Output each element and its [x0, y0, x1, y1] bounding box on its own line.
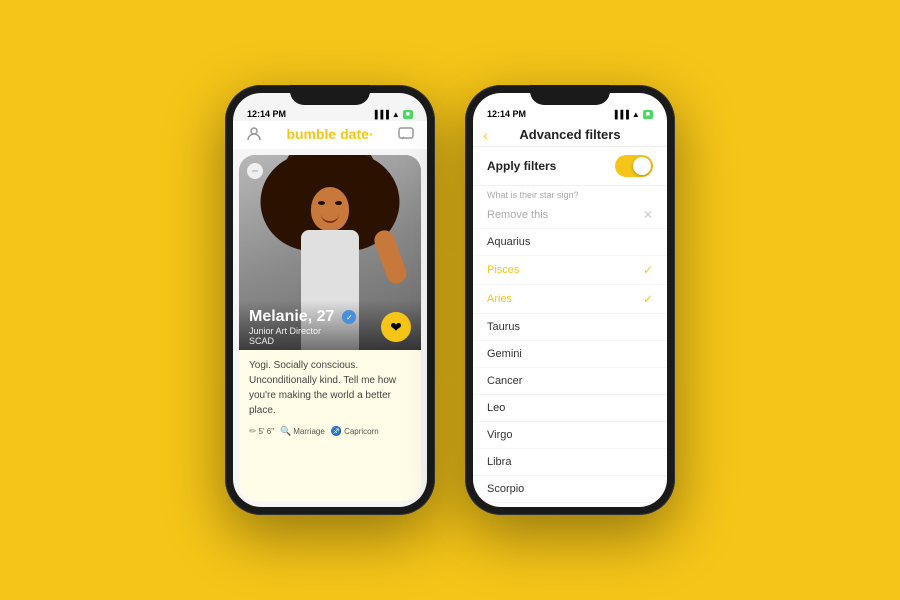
profile-name-overlay: Melanie, 27 ✓ Junior Art Director SCAD ❤: [239, 300, 421, 350]
sign-item[interactable]: Libra: [473, 449, 667, 476]
phones-container: 12:14 PM ▐▐▐ ▲ ■ bumble date·: [225, 85, 675, 515]
sign-item[interactable]: Pisces ✓: [473, 256, 667, 285]
profile-school: SCAD: [249, 336, 356, 346]
sign-icon: ♐: [331, 426, 342, 437]
dot-1: ⋯: [247, 163, 263, 179]
bumble-logo: bumble date·: [286, 126, 373, 142]
sign-name: Pisces: [487, 264, 519, 276]
profile-name: Melanie, 27: [249, 308, 334, 326]
apply-filters-toggle[interactable]: [615, 155, 653, 177]
sign-item[interactable]: Scorpio: [473, 476, 667, 503]
profile-bio: Yogi. Socially conscious. Unconditionall…: [249, 358, 411, 418]
tag-height: ✏ 5' 6": [249, 426, 274, 437]
remove-label: Remove this: [487, 209, 548, 221]
sign-name: Aquarius: [487, 236, 530, 248]
image-dots: ⋯: [247, 163, 263, 179]
profile-job-title: Junior Art Director: [249, 326, 356, 336]
signal-icon-2: ▐▐▐: [612, 110, 629, 119]
wifi-icon-2: ▲: [632, 110, 640, 119]
profile-tags: ✏ 5' 6" 🔍 Marriage ♐ Capricorn: [249, 426, 411, 437]
sign-name: Libra: [487, 456, 511, 468]
status-time-2: 12:14 PM: [487, 109, 526, 119]
tag-relationship: 🔍 Marriage: [280, 426, 325, 437]
tag-sign-value: Capricorn: [344, 427, 379, 436]
phone-profile: 12:14 PM ▐▐▐ ▲ ■ bumble date·: [225, 85, 435, 515]
sign-name: Leo: [487, 402, 505, 414]
verified-badge: ✓: [342, 310, 356, 324]
apply-filters-row: Apply filters: [473, 147, 667, 186]
toggle-thumb: [633, 157, 651, 175]
sign-item[interactable]: Taurus: [473, 314, 667, 341]
signs-list: Aquarius Pisces ✓ Aries ✓ Taurus Gemini Cancer L…: [473, 229, 667, 507]
sign-name: Taurus: [487, 321, 520, 333]
remove-x-icon[interactable]: ✕: [643, 208, 653, 222]
status-time-1: 12:14 PM: [247, 109, 286, 119]
sign-item[interactable]: Aries ✓: [473, 285, 667, 314]
relationship-icon: 🔍: [280, 426, 291, 437]
remove-row: Remove this ✕: [473, 202, 667, 229]
signal-icon: ▐▐▐: [372, 110, 389, 119]
sign-item[interactable]: Leo: [473, 395, 667, 422]
sign-name: Gemini: [487, 348, 522, 360]
wifi-icon: ▲: [392, 110, 400, 119]
sign-name: Virgo: [487, 429, 512, 441]
check-icon: ✓: [643, 263, 653, 277]
phone2-screen: 12:14 PM ▐▐▐ ▲ ■ ‹ Advanced filters Appl…: [473, 93, 667, 507]
tag-sign: ♐ Capricorn: [331, 426, 379, 437]
phone-filters: 12:14 PM ▐▐▐ ▲ ■ ‹ Advanced filters Appl…: [465, 85, 675, 515]
heart-button[interactable]: ❤: [381, 312, 411, 342]
apply-filters-label: Apply filters: [487, 159, 556, 173]
phone1-screen: 12:14 PM ▐▐▐ ▲ ■ bumble date·: [233, 93, 427, 507]
sign-item[interactable]: Cancer: [473, 368, 667, 395]
sign-name: Cancer: [487, 375, 522, 387]
battery-icon-2: ■: [643, 110, 653, 119]
check-icon: ✓: [643, 292, 653, 306]
message-icon[interactable]: [397, 125, 415, 143]
sign-item[interactable]: Gemini: [473, 341, 667, 368]
status-icons-2: ▐▐▐ ▲ ■: [612, 110, 653, 119]
app-header-1: bumble date·: [233, 121, 427, 149]
profile-image: ⋯ Melanie, 27 ✓ Junior Art Director: [239, 155, 421, 350]
tag-height-value: 5' 6": [259, 427, 275, 436]
notch: [290, 85, 370, 105]
sign-name: Scorpio: [487, 483, 524, 495]
profile-card: ⋯ Melanie, 27 ✓ Junior Art Director: [239, 155, 421, 501]
filters-title: Advanced filters: [519, 127, 620, 142]
profile-icon[interactable]: [245, 125, 263, 143]
status-icons-1: ▐▐▐ ▲ ■: [372, 110, 413, 119]
battery-icon: ■: [403, 110, 413, 119]
sign-item[interactable]: Aquarius: [473, 229, 667, 256]
tag-relationship-value: Marriage: [293, 427, 325, 436]
back-button[interactable]: ‹: [483, 127, 488, 143]
sign-item[interactable]: Virgo: [473, 422, 667, 449]
notch-2: [530, 85, 610, 105]
profile-bio-section: Yogi. Socially conscious. Unconditionall…: [239, 350, 421, 501]
sign-name: Aries: [487, 293, 512, 305]
sign-item[interactable]: Sagittarius: [473, 503, 667, 507]
height-icon: ✏: [249, 426, 257, 437]
filters-header: ‹ Advanced filters: [473, 121, 667, 147]
star-sign-label: What is their star sign?: [473, 186, 667, 202]
